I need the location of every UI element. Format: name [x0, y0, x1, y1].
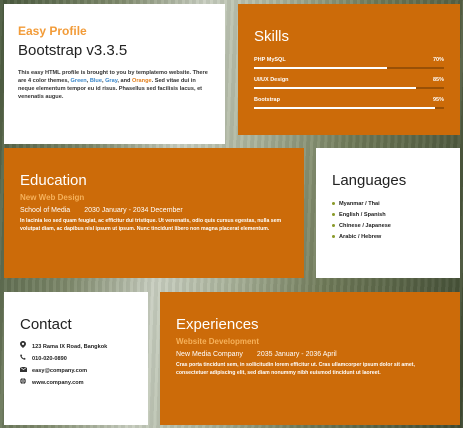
languages-card: Languages Myanmar / Thai English / Spani…: [316, 148, 460, 278]
contact-email[interactable]: easy@company.com: [19, 365, 132, 377]
list-item: Chinese / Japanese: [332, 221, 444, 232]
contact-list: 123 Rama IX Road, Bangkok 010-020-0890 e…: [19, 341, 132, 389]
contact-website[interactable]: www.company.com: [20, 377, 132, 389]
theme-gray-link[interactable]: Gray: [105, 78, 117, 84]
education-period: 2030 January - 2034 December: [84, 207, 183, 214]
bullet-icon: [332, 235, 335, 239]
skill-progress-bar: [254, 67, 444, 69]
skill-progress-fill: [254, 107, 435, 109]
education-title: Education: [20, 172, 87, 189]
experiences-subtitle: Website Development: [176, 337, 259, 346]
skill-name: UI/UX Design: [254, 77, 289, 83]
education-meta: School of Media 2030 January - 2034 Decem…: [20, 207, 288, 214]
bullet-icon: [332, 213, 335, 217]
skill-item: Bootstrap 95%: [254, 97, 444, 109]
skill-name: Bootstrap: [254, 97, 280, 103]
skill-item: UI/UX Design 85%: [254, 77, 444, 89]
company-name: New Media Company: [176, 351, 243, 358]
language-label: Arabic / Hebrew: [339, 234, 382, 240]
website-link[interactable]: www.company.com: [32, 377, 84, 389]
experiences-period: 2035 January - 2036 April: [256, 351, 337, 358]
map-marker-icon: [20, 341, 28, 353]
contact-phone: 010-020-0890: [20, 353, 132, 365]
education-card: Education New Web Design School of Media…: [4, 148, 304, 278]
experiences-card: Experiences Website Development New Medi…: [160, 292, 460, 425]
envelope-icon: [19, 365, 28, 377]
skill-progress-bar: [254, 87, 444, 89]
contact-card: Contact 123 Rama IX Road, Bangkok 010-02…: [4, 292, 148, 425]
and-text: , and: [117, 78, 133, 84]
skill-item: PHP MySQL 70%: [254, 57, 444, 69]
list-item: English / Spanish: [332, 210, 444, 221]
experiences-title: Experiences: [176, 316, 259, 333]
skills-title: Skills: [254, 28, 290, 45]
bullet-icon: [332, 202, 335, 206]
skill-progress-fill: [254, 87, 416, 89]
phone-icon: [20, 353, 28, 365]
languages-list: Myanmar / Thai English / Spanish Chinese…: [332, 199, 444, 243]
theme-green-link[interactable]: Green: [71, 78, 87, 84]
email-link[interactable]: easy@company.com: [32, 365, 87, 377]
skill-progress-fill: [254, 67, 387, 69]
languages-title: Languages: [332, 172, 407, 189]
phone-text: 010-020-0890: [32, 356, 67, 362]
skill-name: PHP MySQL: [254, 57, 286, 63]
language-label: Chinese / Japanese: [339, 223, 391, 229]
language-label: Myanmar / Thai: [339, 201, 380, 207]
list-item: Myanmar / Thai: [332, 199, 444, 210]
skill-progress-bar: [254, 107, 444, 109]
experiences-meta: New Media Company 2035 January - 2036 Apr…: [176, 351, 444, 358]
skill-percent: 95%: [432, 97, 444, 103]
language-label: English / Spanish: [339, 212, 386, 218]
skills-card: Skills PHP MySQL 70% UI/UX Design 85% Boot…: [238, 4, 460, 135]
profile-label: Easy Profile: [18, 24, 87, 38]
globe-icon: [20, 377, 28, 389]
contact-title: Contact: [20, 316, 72, 333]
profile-card: Easy Profile Bootstrap v3.3.5 This easy …: [4, 4, 225, 144]
list-item: Arabic / Hebrew: [332, 232, 444, 243]
school-name: School of Media: [20, 207, 71, 214]
education-subtitle: New Web Design: [20, 193, 85, 202]
address-text: 123 Rama IX Road, Bangkok: [32, 344, 108, 350]
profile-description: This easy HTML profile is brought to you…: [18, 69, 211, 101]
skills-list: PHP MySQL 70% UI/UX Design 85% Bootstrap 95…: [254, 57, 444, 109]
skill-percent: 85%: [432, 77, 444, 83]
education-text: In lacinia leo sed quam feugiat, ac effi…: [20, 218, 282, 232]
profile-title: Bootstrap v3.3.5: [18, 42, 128, 59]
skill-percent: 70%: [432, 57, 444, 63]
theme-orange-link[interactable]: Orange: [132, 78, 152, 84]
theme-blue-link[interactable]: Blue: [90, 78, 102, 84]
bullet-icon: [332, 224, 335, 228]
experiences-text: Cras porta tincidunt sem, in sollicitudi…: [176, 362, 415, 376]
contact-address: 123 Rama IX Road, Bangkok: [20, 341, 132, 353]
